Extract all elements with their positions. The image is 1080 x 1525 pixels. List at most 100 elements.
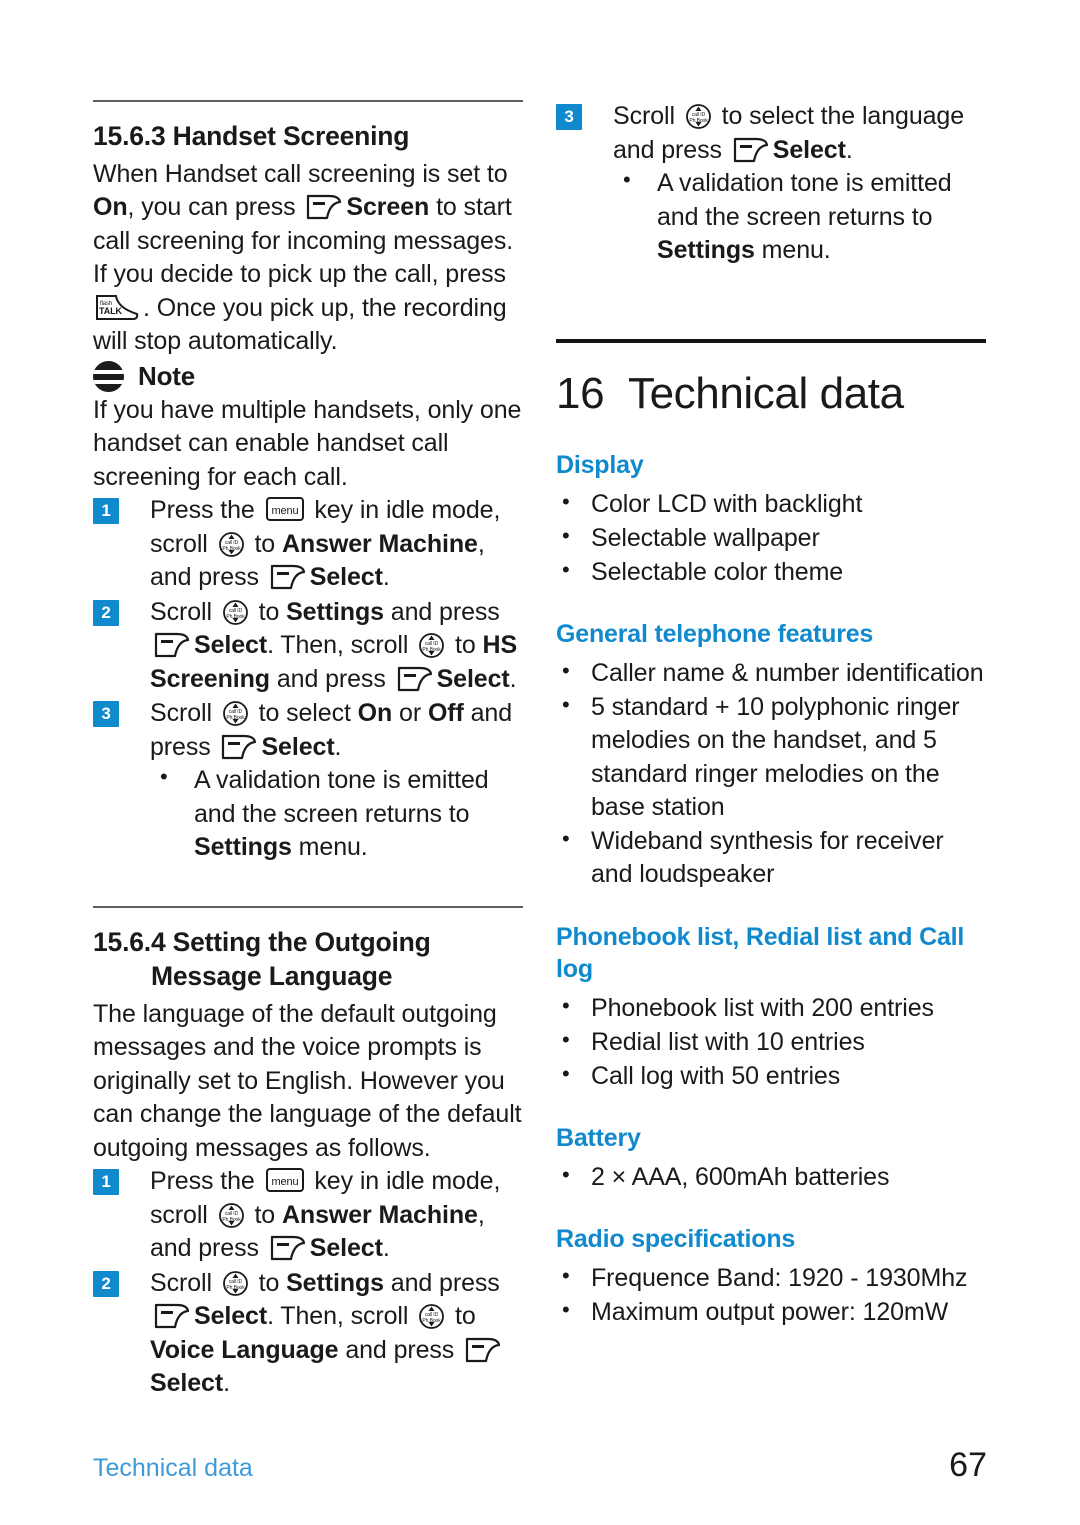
step-text-a: Scroll [150, 597, 219, 626]
softkey-label-select: Select [194, 631, 268, 660]
soft-key-icon [269, 1234, 307, 1262]
value-off: Off [427, 699, 464, 728]
step-item: 3 Scroll call ID Ph.Book to select the lan… [556, 100, 986, 268]
step-badge: 2 [93, 1270, 119, 1297]
step-text-a: Scroll [150, 699, 219, 728]
spec-gap [556, 1094, 986, 1122]
svg-text:Ph.Book: Ph.Book [222, 1217, 241, 1223]
intro-text-part-4: . Once you pick up, the recording will s… [93, 293, 507, 356]
section-heading-15-6-3: 15.6.3 Handset Screening [93, 121, 410, 151]
chapter-gap [556, 269, 986, 339]
note-text: If you have multiple handsets, only one … [93, 395, 522, 491]
list-item: Selectable color theme [556, 555, 986, 589]
soft-key-icon [732, 136, 770, 164]
svg-text:Ph.Book: Ph.Book [423, 1318, 442, 1324]
nav-scroll-key-icon: call ID Ph.Book [418, 1303, 445, 1330]
step-item: 2 Scroll call ID Ph.Book to Settings and p… [93, 596, 523, 697]
menu-item-settings: Settings [657, 236, 755, 264]
svg-text:TALK: TALK [99, 306, 123, 316]
svg-text:Ph.Book: Ph.Book [226, 715, 245, 721]
section-15-6-3-intro: When Handset call screening is set to On… [93, 158, 523, 359]
step-text-c: to [247, 1200, 282, 1229]
spec-list-display: Color LCD with backlight Selectable wall… [556, 487, 986, 590]
step-item: 2 Scroll call ID Ph.Book to Settings and p… [93, 1267, 523, 1401]
list-item: Phonebook list with 200 entries [556, 991, 986, 1025]
softkey-label-select: Select [150, 1369, 224, 1398]
step-text-k: . [509, 664, 517, 693]
list-item: 5 standard + 10 polyphonic ringer melodi… [556, 690, 986, 824]
list-item: Frequence Band: 1920 - 1930Mhz [556, 1261, 986, 1295]
note-label: Note [138, 360, 195, 391]
step-text-i: and press [338, 1335, 462, 1364]
softkey-label-screen: Screen [346, 193, 430, 222]
step-text-d: and press [383, 1268, 500, 1297]
sub-bullet-text-a: A validation tone is emitted and the scr… [657, 169, 952, 231]
step-text-d: and press [383, 597, 500, 626]
list-item: Redial list with 10 entries [556, 1025, 986, 1059]
soft-key-icon [464, 1336, 502, 1364]
page-number: 67 [949, 1446, 987, 1484]
nav-scroll-key-icon: call ID Ph.Book [222, 700, 249, 727]
step-text-a: Press the [150, 496, 262, 525]
softkey-label-select: Select [436, 664, 510, 693]
section-15-6-4-intro: The language of the default outgoing mes… [93, 999, 522, 1162]
list-item: 2 × AAA, 600mAh batteries [556, 1160, 986, 1194]
list-item: Caller name & number identification [556, 656, 986, 690]
steps-list-continued: 3 Scroll call ID Ph.Book to select the lan… [556, 100, 986, 268]
talk-key-icon: flash TALK [95, 294, 141, 322]
soft-key-icon [305, 193, 343, 221]
step-text-g: to [448, 631, 483, 660]
menu-item-answer-machine: Answer Machine [281, 529, 478, 558]
list-item: Color LCD with backlight [556, 487, 986, 521]
step-sub-bullets: A validation tone is emitted and the scr… [613, 165, 986, 268]
step-sub-bullets: A validation tone is emitted and the scr… [150, 762, 523, 865]
step-text-d: . [845, 135, 853, 164]
spec-list-phonebook-redial-call-log: Phonebook list with 200 entries Redial l… [556, 991, 986, 1094]
page-footer: Technical data 67 [93, 1446, 987, 1485]
chapter-number: 16 [556, 368, 605, 418]
nav-scroll-key-icon: call ID Ph.Book [218, 1202, 245, 1229]
soft-key-icon [396, 665, 434, 693]
spec-heading-general-telephone-features: General telephone features [556, 620, 874, 649]
step-text-b: to select [251, 699, 358, 728]
chapter-divider [556, 338, 986, 343]
menu-key-icon: menu [265, 496, 305, 522]
steps-list-15-6-3: 1 Press the menu key in idle mode, scroll… [93, 494, 523, 865]
step-badge: 1 [93, 1169, 119, 1196]
soft-key-icon [269, 563, 307, 591]
spec-list-general-telephone-features: Caller name & number identification 5 st… [556, 656, 986, 892]
step-text-b: to [251, 597, 287, 626]
step-badge: 2 [93, 599, 119, 626]
step-text-k: . [223, 1369, 230, 1398]
menu-item-voice-language: Voice Language [150, 1335, 339, 1364]
soft-key-icon [153, 631, 191, 659]
step-text-g: . [382, 563, 390, 592]
value-on: On [93, 193, 128, 222]
steps-list-15-6-4: 1 Press the menu key in idle mode, scroll… [93, 1165, 523, 1401]
menu-item-settings: Settings [286, 1268, 384, 1297]
spec-heading-radio-specifications: Radio specifications [556, 1225, 796, 1254]
step-text-b: to [251, 1268, 287, 1297]
soft-key-icon [153, 1302, 191, 1330]
step-text-f: . Then, scroll [267, 631, 416, 660]
section-divider-middle [93, 905, 523, 908]
menu-item-settings: Settings [194, 833, 292, 862]
svg-text:menu: menu [271, 1176, 298, 1188]
spec-gap [556, 893, 986, 921]
manual-page: 15.6.3 Handset Screening When Handset ca… [0, 0, 1080, 1525]
menu-key-icon: menu [265, 1167, 305, 1193]
step-item: 3 Scroll call ID Ph.Book to select On or O… [93, 697, 523, 865]
nav-scroll-key-icon: call ID Ph.Book [222, 599, 249, 626]
softkey-label-select: Select [309, 563, 383, 592]
step-item: 1 Press the menu key in idle mode, scroll… [93, 494, 523, 595]
sub-bullet-item: A validation tone is emitted and the scr… [150, 762, 523, 865]
svg-text:Ph.Book: Ph.Book [423, 647, 442, 653]
step-text-d: or [392, 699, 428, 728]
softkey-label-select: Select [772, 135, 846, 164]
svg-text:Ph.Book: Ph.Book [222, 546, 241, 552]
step-text-h: . [334, 732, 342, 761]
svg-text:menu: menu [271, 505, 298, 517]
value-on: On [357, 699, 393, 728]
note-icon [93, 360, 124, 392]
